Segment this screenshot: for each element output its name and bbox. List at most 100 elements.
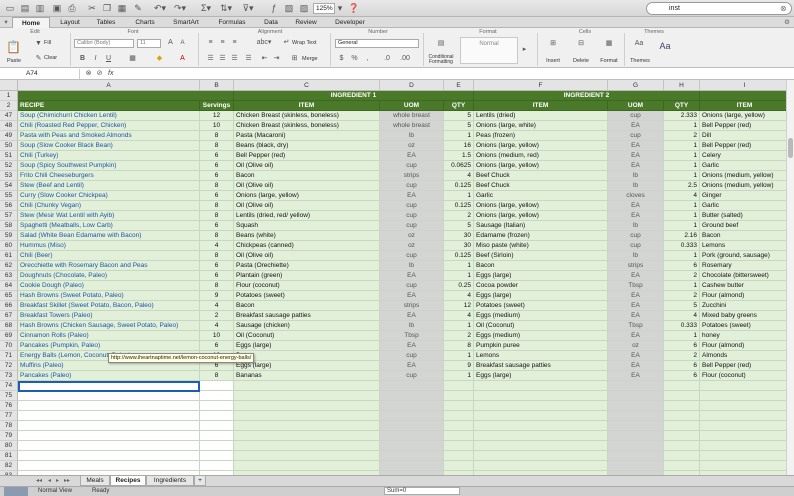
table-cell[interactable]: Potatoes (sweet) <box>234 291 380 301</box>
clear-search-icon[interactable]: ⊗ <box>780 2 787 15</box>
table-cell[interactable]: EA <box>608 211 664 221</box>
table-cell[interactable]: Flour (almond) <box>700 291 786 301</box>
copy-icon[interactable]: ❐ <box>101 2 113 15</box>
table-cell[interactable]: 2 <box>664 291 700 301</box>
recipe-link[interactable]: Chili (Roasted Red Pepper, Chicken) <box>18 121 200 131</box>
table-cell[interactable]: oz <box>608 341 664 351</box>
align-left-icon[interactable]: ☰ <box>206 55 215 63</box>
table-cell[interactable]: Bacon <box>700 231 786 241</box>
borders-icon[interactable]: ▦ <box>128 55 137 63</box>
empty-cell[interactable] <box>700 431 786 441</box>
table-cell[interactable]: 0.125 <box>444 251 474 261</box>
table-cell[interactable]: Chicken Breast (skinless, boneless) <box>234 111 380 121</box>
table-cell[interactable]: 8 <box>200 131 234 141</box>
table-cell[interactable]: EA <box>608 301 664 311</box>
sum-display[interactable]: Sum=0 <box>384 487 460 495</box>
row-header[interactable]: 62 <box>0 261 18 271</box>
table-cell[interactable]: 1 <box>444 271 474 281</box>
first-sheet-icon[interactable]: ◂◂ <box>36 477 42 486</box>
empty-cell[interactable] <box>444 411 474 421</box>
table-cell[interactable]: cup <box>380 281 444 291</box>
table-cell[interactable]: cup <box>380 181 444 191</box>
empty-cell[interactable] <box>380 401 444 411</box>
table-cell[interactable]: 8 <box>200 251 234 261</box>
table-cell[interactable]: Beef Chuck <box>474 181 608 191</box>
empty-cell[interactable] <box>700 411 786 421</box>
table-cell[interactable]: 0.333 <box>664 321 700 331</box>
table-cell[interactable]: Eggs (medium) <box>474 311 608 321</box>
table-cell[interactable]: Onions (medium, yellow) <box>700 171 786 181</box>
fill-color-icon[interactable]: ◆ <box>155 55 164 63</box>
table-cell[interactable]: Bell Pepper (red) <box>700 141 786 151</box>
empty-cell[interactable] <box>18 461 200 471</box>
insert-function-icon[interactable]: fx <box>108 69 113 79</box>
table-cell[interactable]: Garlic <box>474 191 608 201</box>
empty-cell[interactable] <box>380 461 444 471</box>
recipe-link[interactable]: Stew (Beef and Lentil) <box>18 181 200 191</box>
row-header[interactable]: 68 <box>0 321 18 331</box>
select-all-corner[interactable] <box>0 80 18 91</box>
format-button[interactable]: Format <box>596 58 622 65</box>
table-cell[interactable]: Lentils (dried, red/ yellow) <box>234 211 380 221</box>
empty-cell[interactable] <box>234 461 380 471</box>
table-cell[interactable]: Onions (large, yellow) <box>474 201 608 211</box>
tab-developer[interactable]: Developer <box>328 17 372 28</box>
table-cell[interactable]: EA <box>608 361 664 371</box>
table-cell[interactable]: lb <box>608 221 664 231</box>
row-header[interactable]: 60 <box>0 241 18 251</box>
empty-cell[interactable] <box>380 451 444 461</box>
delete-button[interactable]: Delete <box>570 58 592 65</box>
row-header[interactable]: 1 <box>0 91 18 101</box>
name-box[interactable]: A74 <box>0 69 80 79</box>
table-cell[interactable]: oz <box>380 231 444 241</box>
empty-cell[interactable] <box>608 401 664 411</box>
table-cell[interactable]: 6 <box>200 161 234 171</box>
row-header[interactable]: 55 <box>0 191 18 201</box>
paste-icon[interactable]: ▦ <box>116 2 128 15</box>
table-cell[interactable]: Oil (Olive oil) <box>234 181 380 191</box>
empty-cell[interactable] <box>200 461 234 471</box>
table-cell[interactable]: EA <box>380 341 444 351</box>
table-cell[interactable]: 1 <box>664 331 700 341</box>
table-cell[interactable]: lb <box>380 321 444 331</box>
table-cell[interactable]: Potatoes (sweet) <box>700 321 786 331</box>
column-header-h[interactable]: H <box>664 80 700 91</box>
style-gallery-arrow-icon[interactable]: ▸ <box>520 46 529 54</box>
table-cell[interactable]: Onions (large, white) <box>474 121 608 131</box>
table-cell[interactable]: cup <box>608 231 664 241</box>
table-cell[interactable]: EA <box>380 271 444 281</box>
empty-cell[interactable] <box>664 451 700 461</box>
empty-cell[interactable] <box>664 421 700 431</box>
table-cell[interactable]: whole breast <box>380 111 444 121</box>
align-right-icon[interactable]: ☰ <box>230 55 239 63</box>
empty-cell[interactable] <box>474 441 608 451</box>
table-cell[interactable]: 6 <box>200 271 234 281</box>
clear-button[interactable]: Clear <box>44 55 62 62</box>
table-cell[interactable]: Onions (large, yellow) <box>474 161 608 171</box>
row-header[interactable]: 70 <box>0 341 18 351</box>
paste-button[interactable]: Paste <box>5 58 23 65</box>
sheet-tab-meals[interactable]: Meals <box>80 476 110 486</box>
empty-cell[interactable] <box>234 391 380 401</box>
column-header-c[interactable]: C <box>234 80 380 91</box>
table-cell[interactable]: EA <box>608 151 664 161</box>
column-header-f[interactable]: F <box>474 80 608 91</box>
table-cell[interactable]: Tbsp <box>380 331 444 341</box>
table-cell[interactable]: cup <box>380 201 444 211</box>
row-header[interactable]: 48 <box>0 121 18 131</box>
cancel-entry-icon[interactable]: ⊗ <box>84 70 93 78</box>
row-header[interactable]: 52 <box>0 161 18 171</box>
empty-cell[interactable] <box>444 401 474 411</box>
table-cell[interactable]: 6 <box>200 261 234 271</box>
empty-cell[interactable] <box>608 441 664 451</box>
row-header[interactable]: 74 <box>0 381 18 391</box>
table-cell[interactable]: 1 <box>664 221 700 231</box>
row-header[interactable]: 73 <box>0 371 18 381</box>
ribbon-options-icon[interactable]: ⚙ <box>782 17 792 28</box>
row-header[interactable]: 57 <box>0 211 18 221</box>
table-cell[interactable]: cup <box>608 131 664 141</box>
row-header[interactable]: 71 <box>0 351 18 361</box>
column-header-e[interactable]: E <box>444 80 474 91</box>
comma-icon[interactable]: , <box>363 55 372 63</box>
table-cell[interactable]: Pasta (Orechiette) <box>234 261 380 271</box>
